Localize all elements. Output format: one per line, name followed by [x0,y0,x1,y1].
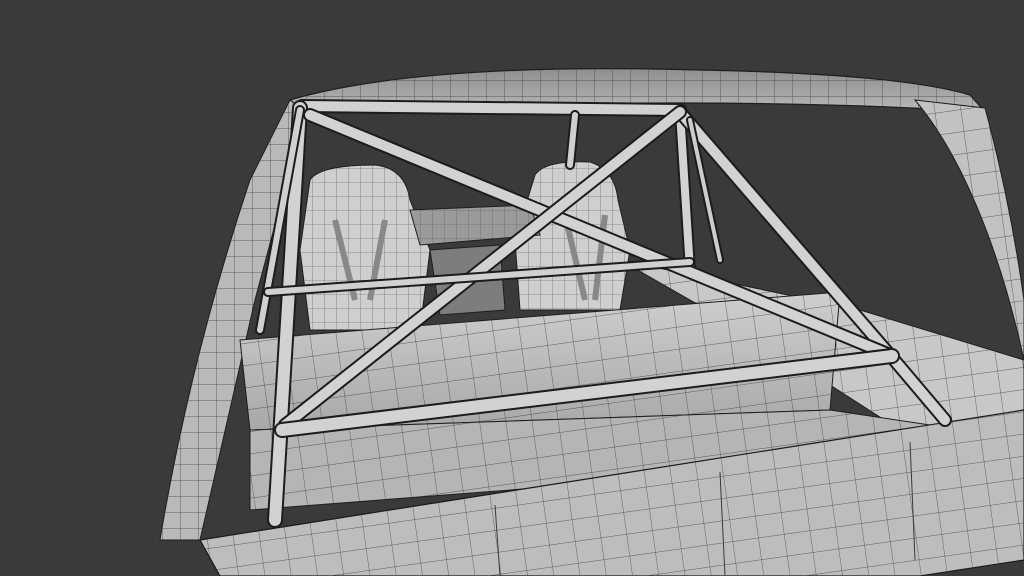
scene [159,68,1024,576]
right-pillar [913,99,1024,361]
3d-viewport[interactable] [0,0,1024,576]
left-seat [299,164,431,331]
